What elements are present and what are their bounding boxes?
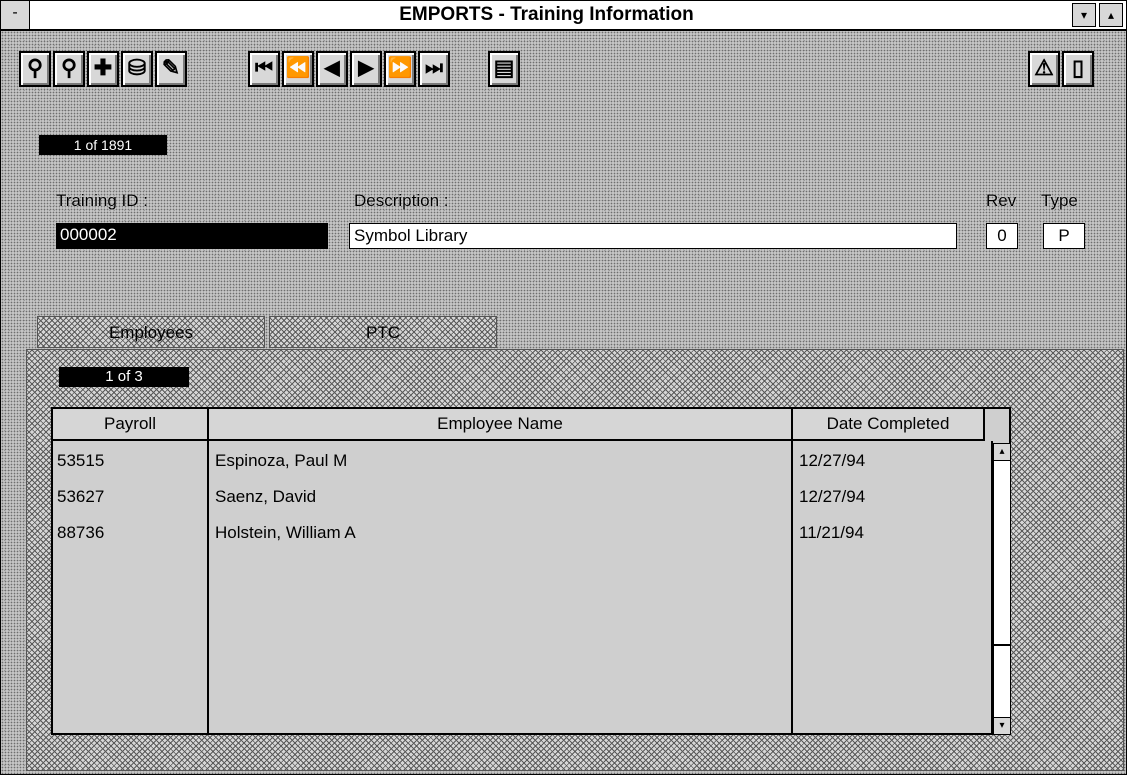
database-button[interactable]: ⛁ [121,51,153,87]
warning-icon: ⚠ [1034,55,1054,80]
last-record-icon: ⏭ [425,57,443,79]
column-payroll [53,441,209,733]
table-row-employee-name[interactable]: Espinoza, Paul M [215,451,347,471]
edit-icon: ✎ [161,55,181,80]
report-button[interactable]: ▤ [488,51,520,87]
type-label: Type [1041,191,1078,210]
table-row-payroll[interactable]: 53515 [57,451,104,471]
record-counter: 1 of 1891 [39,135,167,155]
scroll-down-arrow-icon[interactable]: ▾ [994,717,1010,734]
tab-employees[interactable]: Employees [37,316,265,348]
report-icon: ▤ [493,55,515,80]
database-icon: ⛁ [127,55,147,80]
maximize-button[interactable]: ▴ [1099,3,1123,27]
rewind-button[interactable]: ⏪ [282,51,314,87]
add-record-button[interactable]: ✚ [87,51,119,87]
fast-forward-button[interactable]: ⏩ [384,51,416,87]
minimize-icon: ▾ [1080,8,1088,22]
minimize-button[interactable]: ▾ [1072,3,1096,27]
system-menu-icon: - [12,4,18,21]
last-record-button[interactable]: ⏭ [418,51,450,87]
exit-button[interactable]: ▯ [1062,51,1094,87]
find-next-icon: ⚲ [60,55,78,80]
form-body: ⚲ ⚲ ✚ ⛁ ✎ ⏮ ⏪ ◀ ▶ ⏩ ⏭ ▤ ⚠ ▯ 1 of 1891 Tr… [1,31,1126,774]
column-header-payroll[interactable]: Payroll [53,409,209,441]
system-menu-button[interactable]: - [1,1,30,29]
rewind-icon: ⏪ [285,57,311,79]
next-record-button[interactable]: ▶ [350,51,382,87]
previous-record-icon: ◀ [324,57,340,79]
type-field[interactable]: P [1043,223,1085,249]
table-row-date[interactable]: 11/21/94 [799,523,864,543]
table-row-date[interactable]: 12/27/94 [799,487,865,507]
table-row-date[interactable]: 12/27/94 [799,451,865,471]
description-field[interactable]: Symbol Library [349,223,957,249]
column-header-employee-name[interactable]: Employee Name [209,409,793,441]
tab-ptc[interactable]: PTC [269,316,497,348]
previous-record-button[interactable]: ◀ [316,51,348,87]
training-id-field[interactable]: 000002 [56,223,328,249]
employee-grid: Payroll Employee Name Date Completed 535… [51,407,1011,735]
table-row-employee-name[interactable]: Saenz, David [215,487,316,507]
maximize-icon: ▴ [1107,8,1115,22]
next-record-icon: ▶ [358,57,374,79]
scroll-up-arrow-icon[interactable]: ▴ [994,444,1010,461]
description-label: Description : [354,191,449,210]
edit-button[interactable]: ✎ [155,51,187,87]
application-window: - EMPORTS - Training Information ▾ ▴ ⚲ ⚲… [0,0,1127,775]
find-next-button[interactable]: ⚲ [53,51,85,87]
table-row-payroll[interactable]: 53627 [57,487,104,507]
rev-field[interactable]: 0 [986,223,1018,249]
column-date-completed [793,441,993,733]
first-record-button[interactable]: ⏮ [248,51,280,87]
rev-label: Rev [986,191,1017,210]
exit-icon: ▯ [1071,55,1085,80]
find-person-icon: ⚲ [26,55,44,80]
find-button[interactable]: ⚲ [19,51,51,87]
table-row-employee-name[interactable]: Holstein, William A [215,523,356,543]
training-id-label: Training ID : [56,191,148,210]
window-title: EMPORTS - Training Information [399,4,694,25]
table-row-payroll[interactable]: 88736 [57,523,104,543]
subform-counter: 1 of 3 [59,367,189,387]
add-record-icon: ✚ [93,55,113,80]
scroll-thumb[interactable] [994,644,1010,646]
warning-button[interactable]: ⚠ [1028,51,1060,87]
title-bar: - EMPORTS - Training Information ▾ ▴ [1,1,1126,31]
first-record-icon: ⏮ [255,57,273,79]
column-header-date-completed[interactable]: Date Completed [793,409,985,441]
column-employee-name [209,441,793,733]
fast-forward-icon: ⏩ [387,57,413,79]
grid-vertical-scrollbar[interactable]: ▴ ▾ [993,443,1011,735]
